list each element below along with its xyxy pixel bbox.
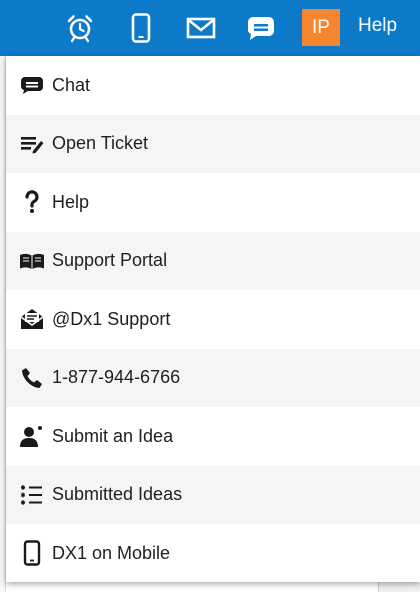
open-book-icon (19, 248, 45, 274)
menu-item-dx1-support[interactable]: @Dx1 Support (6, 290, 420, 349)
list-icon (19, 482, 45, 508)
top-bar: IP Help (0, 0, 420, 56)
menu-item-label: Submit an Idea (52, 425, 174, 446)
menu-item-submit-idea[interactable]: Submit an Idea (6, 407, 420, 466)
support-dropdown-menu: Chat Open Ticket Help Support Portal @Dx… (6, 56, 420, 582)
user-idea-icon (19, 423, 45, 449)
menu-item-label: Support Portal (52, 250, 168, 271)
menu-item-open-ticket[interactable]: Open Ticket (6, 114, 420, 173)
menu-item-label: DX1 on Mobile (52, 542, 171, 563)
chat-bubble-icon[interactable] (245, 12, 277, 44)
mobile-phone-icon[interactable] (125, 12, 157, 44)
envelope-icon[interactable] (185, 12, 217, 44)
menu-item-dx1-mobile[interactable]: DX1 on Mobile (6, 524, 420, 583)
user-avatar[interactable]: IP (302, 9, 340, 46)
menu-item-chat[interactable]: Chat (6, 56, 420, 115)
help-link[interactable]: Help (358, 15, 397, 37)
menu-item-label: Chat (52, 74, 91, 95)
mobile-phone-icon (19, 540, 45, 566)
menu-item-label: Open Ticket (52, 133, 149, 154)
menu-item-label: Submitted Ideas (52, 484, 183, 505)
question-mark-icon (19, 189, 45, 215)
menu-item-support-portal[interactable]: Support Portal (6, 231, 420, 290)
menu-item-help[interactable]: Help (6, 173, 420, 232)
chat-bubble-icon (19, 72, 45, 98)
menu-item-label: 1-877-944-6766 (52, 367, 181, 388)
menu-item-label: Help (52, 191, 90, 212)
envelope-open-icon (19, 306, 45, 332)
alarm-clock-icon[interactable] (64, 12, 96, 44)
menu-item-phone[interactable]: 1-877-944-6766 (6, 348, 420, 407)
menu-item-submitted-ideas[interactable]: Submitted Ideas (6, 465, 420, 524)
menu-item-label: @Dx1 Support (52, 308, 171, 329)
phone-icon (19, 365, 45, 391)
ticket-pen-icon (19, 131, 45, 157)
